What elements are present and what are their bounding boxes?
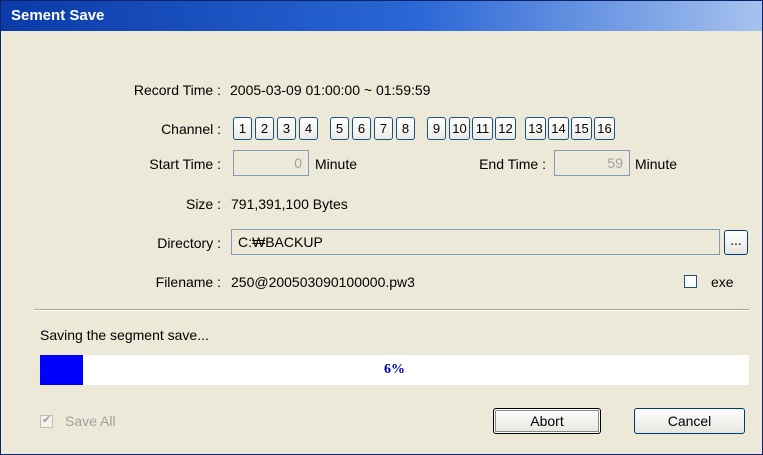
- channel-button-10[interactable]: 10: [449, 117, 470, 140]
- record-time-label: Record Time :: [133, 82, 221, 98]
- channel-button-2[interactable]: 2: [255, 117, 274, 140]
- filename-label: Filename :: [155, 274, 221, 290]
- abort-button[interactable]: Abort: [493, 408, 601, 434]
- channel-button-5[interactable]: 5: [330, 117, 349, 140]
- channel-button-14[interactable]: 14: [548, 117, 569, 140]
- channel-button-6[interactable]: 6: [352, 117, 371, 140]
- channel-label: Channel :: [161, 121, 221, 137]
- channel-button-12[interactable]: 12: [495, 117, 516, 140]
- directory-input[interactable]: C:₩BACKUP: [231, 229, 720, 255]
- start-time-unit: Minute: [315, 156, 358, 172]
- start-time-input[interactable]: 0: [233, 150, 309, 176]
- channel-button-8[interactable]: 8: [396, 117, 415, 140]
- end-time-unit: Minute: [635, 156, 678, 172]
- status-text: Saving the segment save...: [40, 327, 209, 343]
- window-title: Sement Save: [11, 7, 105, 24]
- title-bar[interactable]: Sement Save: [1, 1, 762, 31]
- browse-button[interactable]: ...: [724, 230, 748, 255]
- exe-label: exe: [711, 274, 734, 290]
- start-time-label: Start Time :: [149, 156, 221, 172]
- channel-button-9[interactable]: 9: [427, 117, 446, 140]
- directory-label: Directory :: [157, 235, 221, 251]
- record-time-value: 2005-03-09 01:00:00 ~ 01:59:59: [230, 82, 431, 98]
- channel-button-16[interactable]: 16: [594, 117, 615, 140]
- end-time-input[interactable]: 59: [554, 150, 630, 176]
- size-value: 791,391,100 Bytes: [231, 196, 348, 212]
- save-all-checkbox[interactable]: ✔: [40, 414, 53, 428]
- filename-value: 250@200503090100000.pw3: [231, 274, 415, 290]
- checkmark-icon: ✔: [42, 414, 52, 426]
- save-all-label: Save All: [65, 413, 116, 429]
- channel-button-11[interactable]: 11: [472, 117, 493, 140]
- size-label: Size :: [185, 196, 221, 212]
- channel-button-3[interactable]: 3: [277, 117, 296, 140]
- progress-label: 6%: [384, 362, 405, 377]
- channel-button-15[interactable]: 15: [571, 117, 592, 140]
- channel-button-1[interactable]: 1: [233, 117, 252, 140]
- channel-button-7[interactable]: 7: [374, 117, 393, 140]
- cancel-button[interactable]: Cancel: [634, 408, 745, 434]
- exe-checkbox[interactable]: [684, 275, 697, 288]
- divider: [34, 309, 749, 311]
- segment-save-dialog: Sement Save Record Time : 2005-03-09 01:…: [0, 0, 763, 455]
- progress-bar: 6%: [40, 355, 749, 385]
- channel-button-13[interactable]: 13: [525, 117, 546, 140]
- end-time-label: End Time :: [479, 156, 546, 172]
- channel-button-4[interactable]: 4: [299, 117, 318, 140]
